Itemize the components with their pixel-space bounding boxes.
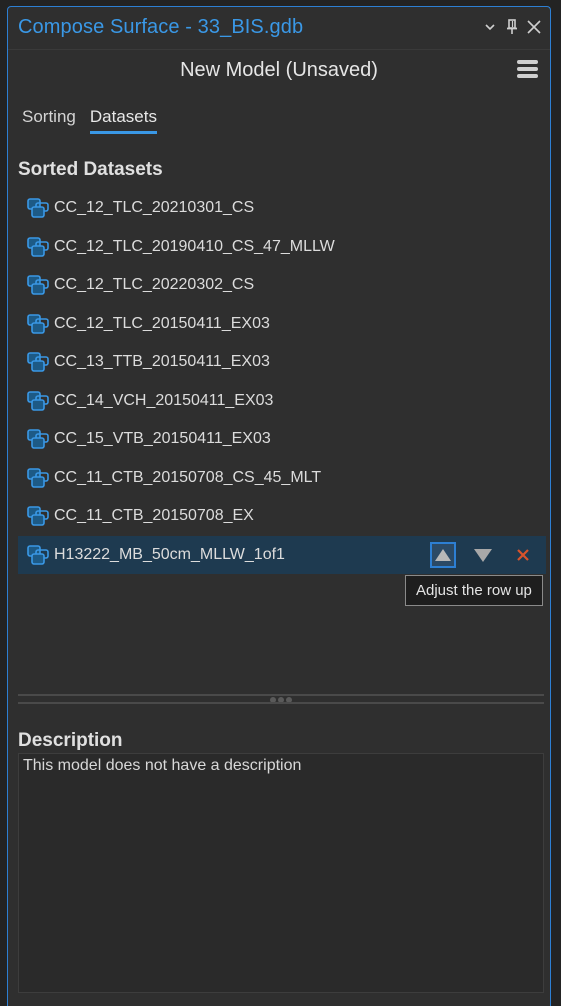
tab-datasets[interactable]: Datasets: [89, 107, 157, 134]
dataset-layer-icon: [26, 274, 50, 296]
dataset-layer-icon: [26, 544, 50, 566]
dataset-layer-icon: [26, 351, 50, 373]
dataset-layer-icon: [26, 236, 50, 258]
chevron-down-icon: [485, 24, 495, 31]
remove-x-icon: [517, 548, 529, 561]
pane-splitter-handle[interactable]: [18, 694, 544, 706]
model-header: New Model (Unsaved): [8, 49, 550, 95]
close-icon: [527, 20, 541, 34]
dataset-label: CC_13_TTB_20150411_EX03: [54, 353, 270, 371]
dataset-label: CC_14_VCH_20150411_EX03: [54, 391, 274, 409]
dataset-list-item[interactable]: H13222_MB_50cm_MLLW_1of1: [18, 535, 546, 575]
splitter-line: [18, 702, 544, 704]
triangle-down-icon: [474, 548, 492, 562]
dataset-layer-icon: [26, 505, 50, 527]
row-actions: [430, 536, 536, 575]
move-row-down-button[interactable]: [470, 542, 496, 568]
dataset-list-item[interactable]: CC_12_TLC_20150411_EX03: [18, 305, 546, 344]
tab-sorting[interactable]: Sorting: [22, 107, 76, 134]
dataset-label: CC_11_CTB_20150708_EX: [54, 507, 254, 525]
dataset-layer-icon: [26, 390, 50, 412]
tab-bar: Sorting Datasets: [22, 107, 157, 134]
dataset-layer-icon: [26, 197, 50, 219]
description-heading: Description: [18, 730, 123, 751]
pin-button[interactable]: [502, 17, 522, 37]
sorted-datasets-heading: Sorted Datasets: [18, 159, 163, 180]
hamburger-menu-icon: [517, 60, 538, 64]
dataset-layer-icon: [26, 313, 50, 335]
compose-surface-pane: Compose Surface - 33_BIS.gdb New Model (…: [7, 6, 551, 1006]
dataset-label: CC_15_VTB_20150411_EX03: [54, 430, 271, 448]
dataset-list-item[interactable]: CC_12_TLC_20190410_CS_47_MLLW: [18, 228, 546, 267]
dataset-label: CC_12_TLC_20220302_CS: [54, 276, 255, 294]
close-pane-button[interactable]: [524, 17, 544, 37]
dataset-list-item[interactable]: CC_13_TTB_20150411_EX03: [18, 343, 546, 382]
dataset-label: CC_12_TLC_20190410_CS_47_MLLW: [54, 237, 335, 255]
dataset-list-item[interactable]: CC_14_VCH_20150411_EX03: [18, 382, 546, 421]
remove-row-button[interactable]: [510, 542, 536, 568]
hamburger-line: [517, 67, 538, 71]
model-title: New Model (Unsaved): [180, 59, 378, 81]
triangle-up-icon: [435, 548, 451, 561]
dataset-label: CC_11_CTB_20150708_CS_45_MLT: [54, 468, 322, 486]
dataset-list-item[interactable]: CC_12_TLC_20210301_CS: [18, 189, 546, 228]
sorted-datasets-list: CC_12_TLC_20210301_CS CC_12_TLC_20190410_…: [18, 189, 546, 574]
pane-title: Compose Surface - 33_BIS.gdb: [18, 16, 304, 38]
pin-icon: [507, 19, 517, 34]
dataset-label: H13222_MB_50cm_MLLW_1of1: [54, 545, 285, 563]
pane-titlebar: Compose Surface - 33_BIS.gdb: [8, 7, 550, 50]
dataset-label: CC_12_TLC_20210301_CS: [54, 199, 255, 217]
hamburger-menu-button[interactable]: [517, 60, 538, 80]
dataset-list-item[interactable]: CC_11_CTB_20150708_EX: [18, 497, 546, 536]
description-textarea[interactable]: [18, 753, 544, 993]
move-row-up-button[interactable]: [430, 541, 456, 568]
tooltip: Adjust the row up: [405, 575, 543, 606]
splitter-line: [18, 694, 544, 696]
options-dropdown-button[interactable]: [480, 17, 500, 37]
dataset-list-item[interactable]: CC_12_TLC_20220302_CS: [18, 266, 546, 305]
dataset-list-item[interactable]: CC_15_VTB_20150411_EX03: [18, 420, 546, 459]
dataset-label: CC_12_TLC_20150411_EX03: [54, 314, 270, 332]
dataset-layer-icon: [26, 428, 50, 450]
dataset-list-item[interactable]: CC_11_CTB_20150708_CS_45_MLT: [18, 459, 546, 498]
dataset-layer-icon: [26, 467, 50, 489]
hamburger-line: [517, 74, 538, 78]
